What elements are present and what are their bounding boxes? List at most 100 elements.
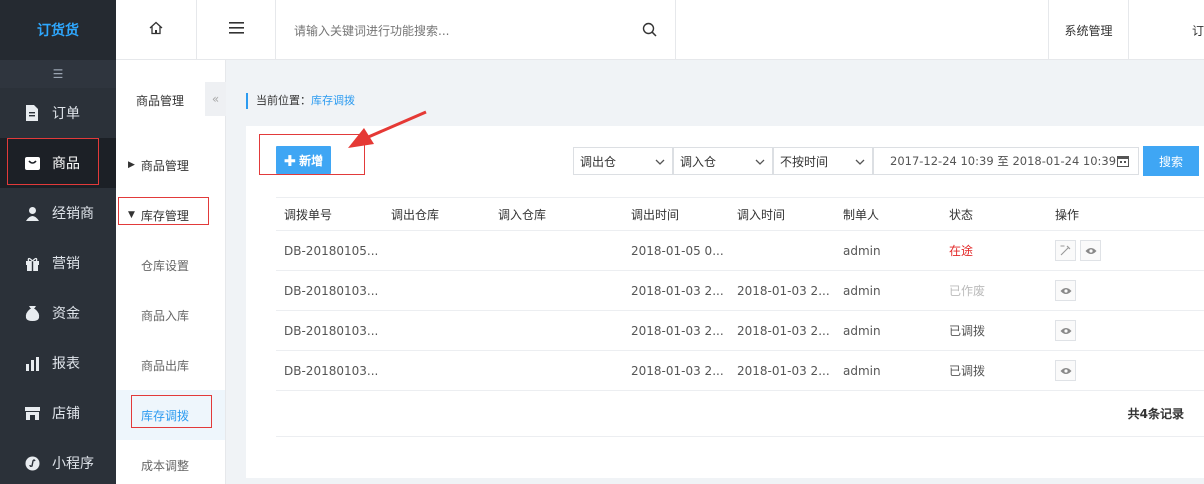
nav-item-dealers[interactable]: 经销商 [0,188,116,238]
sub-nav: 商品管理 ▶ 商品管理 ▼ 库存管理 仓库设置 商品入库 商品出库 库存调拨 成… [116,60,226,484]
in-time: 2018-01-03 2... [737,363,830,378]
document-icon [24,105,40,121]
home-button[interactable] [116,0,197,60]
calendar-icon [1117,155,1129,170]
nav-item-label: 报表 [52,356,80,372]
caret-down-icon: ▼ [128,210,135,220]
nav-item-label: 营销 [52,256,80,272]
nav-item-miniprogram[interactable]: 小程序 [0,438,116,484]
subnav-item-transfer[interactable]: 库存调拨 [116,390,225,440]
table-footer: 共4条记录 [276,391,1204,437]
nav-collapse-button[interactable]: ☰ [0,60,116,88]
nav-item-goods[interactable]: 商品 [0,138,116,188]
nav-item-label: 资金 [52,306,80,322]
status-badge: 已作废 [949,284,986,298]
subnav-item-stock-out[interactable]: 商品出库 [116,340,225,390]
menu-toggle-button[interactable] [197,0,276,60]
hamburger-icon [228,22,244,38]
view-icon[interactable] [1055,320,1076,341]
col-header: 调拨单号 [284,207,333,222]
system-menu-label: 系统管理 [1064,23,1113,38]
view-icon[interactable] [1055,360,1076,381]
nav-item-label: 经销商 [52,206,94,222]
transfer-no[interactable]: DB-20180103... [284,271,378,310]
subnav-group-goods[interactable]: ▶ 商品管理 [116,140,225,190]
goods-icon [24,155,40,171]
search-input[interactable] [294,20,624,42]
system-menu[interactable]: 系统管理 [1048,0,1129,60]
subnav-item-cost-adjust[interactable]: 成本调整 [116,440,225,484]
col-header: 调出时间 [631,207,680,222]
nav-item-funds[interactable]: 资金 [0,288,116,338]
subnav-group-inventory[interactable]: ▼ 库存管理 [116,190,225,240]
view-icon[interactable] [1080,240,1101,261]
bar-chart-icon [24,355,40,371]
in-time: 2018-01-03 2... [737,283,830,298]
table-row[interactable]: DB-20180103... 2018-01-03 2... 2018-01-0… [276,271,1204,311]
status-badge: 已调拨 [949,364,986,378]
edit-icon[interactable] [1055,240,1076,261]
app-logo[interactable]: 订货货 [0,0,116,60]
in-warehouse-select[interactable]: 调入仓 [673,147,773,175]
function-search [276,0,676,60]
col-header: 制单人 [843,207,880,222]
view-icon[interactable] [1055,280,1076,301]
out-warehouse-value: 调出仓 [580,154,617,169]
row-actions [1055,311,1080,350]
subnav-item-stock-in[interactable]: 商品入库 [116,290,225,340]
row-actions [1055,231,1105,270]
col-header: 调入仓库 [498,207,547,222]
breadcrumb-prefix: 当前位置： [256,94,311,107]
subnav-item-warehouse-settings[interactable]: 仓库设置 [116,240,225,290]
miniprogram-icon [24,455,40,471]
col-header: 调出仓库 [391,207,440,222]
order-menu[interactable]: 订 [1129,0,1204,60]
order-menu-label: 订 [1191,23,1204,38]
status-badge: 在途 [949,244,974,258]
out-time: 2018-01-05 0... [631,243,724,258]
in-time: 2018-01-03 2... [737,323,830,338]
row-actions [1055,271,1080,310]
subnav-collapse-button[interactable]: « [205,82,226,116]
search-icon[interactable] [642,22,657,41]
table-row[interactable]: DB-20180105... 2018-01-05 0... admin 在途 [276,231,1204,271]
date-range-value: 2017-12-24 10:39 至 2018-01-24 10:39 [890,154,1117,168]
transfer-no[interactable]: DB-20180105... [284,231,378,270]
person-icon [24,205,40,221]
time-filter-select[interactable]: 不按时间 [773,147,873,175]
chevron-down-icon [855,156,865,170]
date-range-input[interactable]: 2017-12-24 10:39 至 2018-01-24 10:39 [873,147,1139,175]
double-chevron-left-icon: « [211,92,220,106]
transfer-no[interactable]: DB-20180103... [284,311,378,350]
chevron-down-icon [655,156,665,170]
table-row[interactable]: DB-20180103... 2018-01-03 2... 2018-01-0… [276,351,1204,391]
nav-item-marketing[interactable]: 营销 [0,238,116,288]
col-header: 操作 [1055,207,1080,222]
nav-item-reports[interactable]: 报表 [0,338,116,388]
transfer-table: 调拨单号 调出仓库 调入仓库 调出时间 调入时间 制单人 状态 操作 DB-20… [276,197,1204,437]
breadcrumb-current[interactable]: 库存调拨 [311,94,355,107]
in-warehouse-value: 调入仓 [680,154,717,169]
transfer-no[interactable]: DB-20180103... [284,351,378,390]
status-badge: 已调拨 [949,324,986,338]
money-bag-icon [24,305,40,321]
nav-item-label: 店铺 [52,406,80,422]
maker: admin [843,363,881,378]
maker: admin [843,243,881,258]
row-actions [1055,351,1080,390]
record-count: 共4条记录 [1127,407,1184,421]
out-time: 2018-01-03 2... [631,363,724,378]
out-time: 2018-01-03 2... [631,323,724,338]
out-warehouse-select[interactable]: 调出仓 [573,147,673,175]
search-button[interactable]: 搜索 [1143,146,1199,176]
table-row[interactable]: DB-20180103... 2018-01-03 2... 2018-01-0… [276,311,1204,351]
add-button[interactable]: ✚ 新增 [276,146,331,174]
subnav-group-label: 商品管理 [140,158,189,173]
nav-item-orders[interactable]: 订单 [0,88,116,138]
shop-icon [24,405,40,421]
nav-item-shop[interactable]: 店铺 [0,388,116,438]
table-header: 调拨单号 调出仓库 调入仓库 调出时间 调入时间 制单人 状态 操作 [276,197,1204,231]
nav-item-label: 小程序 [52,456,94,472]
out-time: 2018-01-03 2... [631,283,724,298]
caret-right-icon: ▶ [128,160,135,170]
